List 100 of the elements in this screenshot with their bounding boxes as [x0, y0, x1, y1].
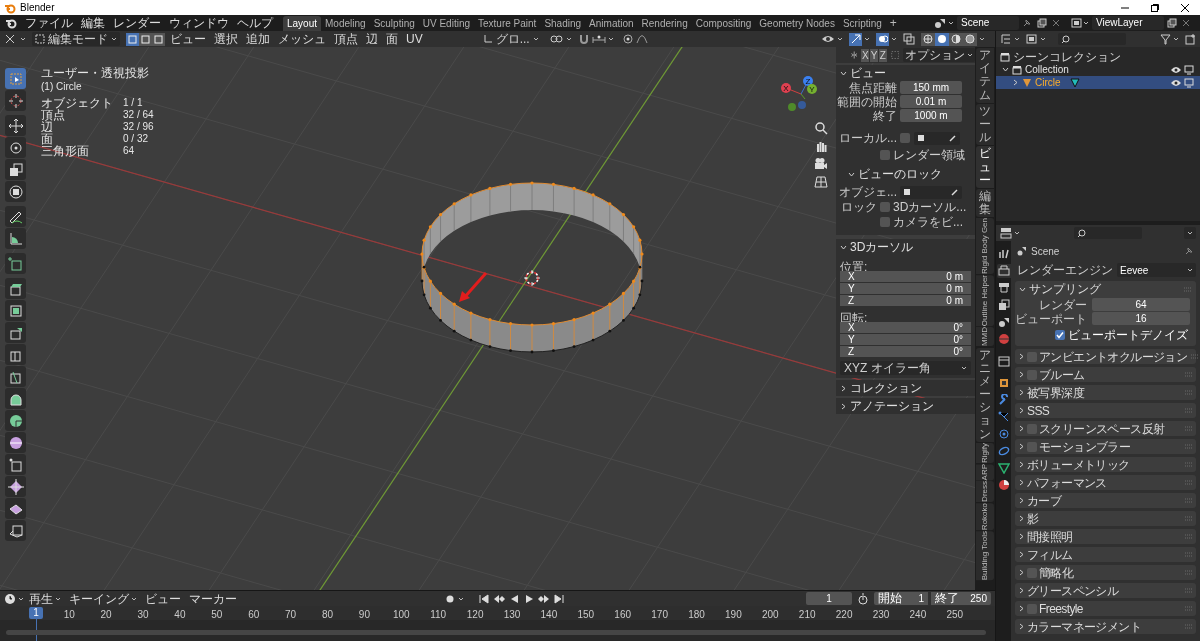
- pin-icon[interactable]: [1184, 246, 1194, 256]
- tool-button[interactable]: [5, 432, 26, 453]
- workspace-tab[interactable]: Shading: [540, 15, 586, 31]
- scene-field[interactable]: Scene: [957, 16, 1019, 30]
- sidebar-tab[interactable]: Outline Helper: [976, 275, 994, 327]
- menu-item[interactable]: 追加: [243, 32, 273, 46]
- menu-item[interactable]: ビュー: [142, 589, 184, 608]
- number-field[interactable]: Y 0°: [840, 334, 971, 345]
- new-collection-icon[interactable]: [1185, 33, 1196, 45]
- collapsed-panel[interactable]: モーションブラー: [1015, 439, 1196, 454]
- panel-title[interactable]: 3Dカーソル: [850, 238, 914, 256]
- monitor-icon[interactable]: [1184, 64, 1194, 75]
- menu-item[interactable]: 選択: [211, 32, 241, 46]
- checkbox[interactable]: [880, 202, 890, 212]
- start-frame-field[interactable]: 開始 1: [874, 592, 928, 605]
- tool-button[interactable]: [5, 300, 26, 321]
- properties-tab[interactable]: [996, 478, 1011, 492]
- view-layer-field[interactable]: ViewLayer: [1092, 16, 1164, 30]
- camera-icon[interactable]: [814, 157, 828, 171]
- workspace-tab[interactable]: Scripting: [838, 15, 886, 31]
- orientation-dropdown[interactable]: グロ...: [479, 32, 542, 46]
- properties-tab[interactable]: [996, 247, 1011, 261]
- properties-tab[interactable]: [996, 354, 1011, 368]
- sidebar-tab[interactable]: 編集: [976, 188, 994, 218]
- tool-button[interactable]: [5, 410, 26, 431]
- tree-row[interactable]: Collection: [996, 63, 1200, 76]
- snap-increment-icon[interactable]: [591, 34, 606, 44]
- properties-tab[interactable]: [996, 461, 1011, 475]
- axis-toggle[interactable]: X: [861, 48, 870, 62]
- end-frame-field[interactable]: 終了 250: [931, 592, 991, 605]
- pin-icon[interactable]: [1022, 18, 1032, 28]
- collapsed-panel[interactable]: 影: [1015, 511, 1196, 526]
- menu-item[interactable]: 頂点: [331, 32, 361, 46]
- workspace-tab[interactable]: Animation: [585, 15, 638, 31]
- chevron-down-icon[interactable]: [1002, 66, 1009, 73]
- select-mode-button[interactable]: [139, 32, 152, 46]
- number-field[interactable]: Y 0 m: [840, 283, 971, 294]
- properties-tab[interactable]: [996, 315, 1011, 329]
- keyframe-forward-icon[interactable]: [538, 592, 550, 605]
- copy-icon[interactable]: [1037, 18, 1047, 28]
- menu-item[interactable]: マーカー: [186, 589, 240, 608]
- collapsed-panel[interactable]: パフォーマンス: [1015, 475, 1196, 490]
- sidebar-tab[interactable]: Rokoko: [976, 503, 994, 531]
- eye-icon[interactable]: [821, 33, 835, 45]
- eye-icon[interactable]: [1171, 65, 1181, 74]
- number-field[interactable]: 0.01 m: [900, 95, 962, 108]
- sidebar-tab[interactable]: Building Tools: [976, 531, 994, 581]
- gizmo-toggle-button[interactable]: [849, 32, 862, 46]
- chevron-down-icon[interactable]: [840, 243, 847, 251]
- tool-button[interactable]: [5, 388, 26, 409]
- layers-icon[interactable]: [1026, 33, 1038, 45]
- dotted-square-icon[interactable]: [890, 49, 899, 61]
- menu-item[interactable]: 編集: [77, 16, 109, 30]
- workspace-tab[interactable]: Texture Paint: [474, 15, 541, 31]
- chevron-down-icon[interactable]: [848, 170, 855, 178]
- panel-title[interactable]: ビュー: [850, 64, 886, 82]
- object-field[interactable]: [900, 185, 962, 199]
- object-field[interactable]: [914, 131, 960, 145]
- options-dropdown[interactable]: オプション: [903, 48, 975, 62]
- select-mode-button[interactable]: [152, 32, 165, 46]
- menu-item[interactable]: 再生: [26, 589, 64, 608]
- collapsed-panel[interactable]: 簡略化: [1015, 565, 1196, 580]
- chevron-down-icon[interactable]: [840, 69, 847, 77]
- eye-icon[interactable]: [1171, 78, 1181, 87]
- properties-editor-icon[interactable]: [1000, 227, 1012, 239]
- checkbox[interactable]: [880, 150, 890, 160]
- workspace-tab[interactable]: Sculpting: [369, 15, 419, 31]
- number-field[interactable]: 150 mm: [900, 81, 962, 94]
- play-icon[interactable]: [523, 592, 535, 605]
- menu-item[interactable]: メッシュ: [275, 32, 329, 46]
- tool-button[interactable]: [5, 322, 26, 343]
- playhead[interactable]: 1: [29, 607, 43, 619]
- tool-button[interactable]: [5, 498, 26, 519]
- options-dropdown-button[interactable]: [1184, 227, 1196, 239]
- collapsed-panel[interactable]: フィルム: [1015, 547, 1196, 562]
- sidebar-tab[interactable]: MMD: [976, 327, 994, 347]
- current-frame-field[interactable]: 1: [806, 592, 852, 605]
- sidebar-tab[interactable]: Dress: [976, 481, 994, 503]
- search-field[interactable]: [1074, 227, 1142, 239]
- proportional-edit-icon[interactable]: [621, 33, 634, 45]
- shading-mode-button[interactable]: [949, 32, 963, 46]
- sidebar-tab[interactable]: Rigify: [976, 442, 994, 463]
- collapsed-panel[interactable]: スクリーンスペース反射: [1015, 421, 1196, 436]
- tree-row[interactable]: Circle: [996, 76, 1200, 89]
- properties-tab[interactable]: [996, 281, 1011, 295]
- layers-icon[interactable]: [1071, 17, 1083, 29]
- menu-item[interactable]: ヘルプ: [233, 16, 277, 30]
- scene-icon[interactable]: [934, 17, 946, 29]
- number-field[interactable]: X 0°: [840, 322, 971, 333]
- grid-icon[interactable]: [814, 175, 828, 189]
- axis-toggle[interactable]: Z: [878, 48, 887, 62]
- collapsed-panel[interactable]: アンビエントオクルージョン: [1015, 349, 1196, 364]
- rotation-mode-dropdown[interactable]: XYZ オイラー角: [840, 361, 971, 375]
- chevron-right-icon[interactable]: [840, 402, 847, 410]
- menu-item[interactable]: ウィンドウ: [165, 16, 233, 30]
- panel-title[interactable]: サンプリング: [1029, 280, 1101, 298]
- maximize-icon[interactable]: [1150, 2, 1160, 13]
- render-engine-dropdown[interactable]: Eevee: [1117, 263, 1196, 277]
- axis-toggle[interactable]: Y: [870, 48, 878, 62]
- collapsed-panel[interactable]: 間接照明: [1015, 529, 1196, 544]
